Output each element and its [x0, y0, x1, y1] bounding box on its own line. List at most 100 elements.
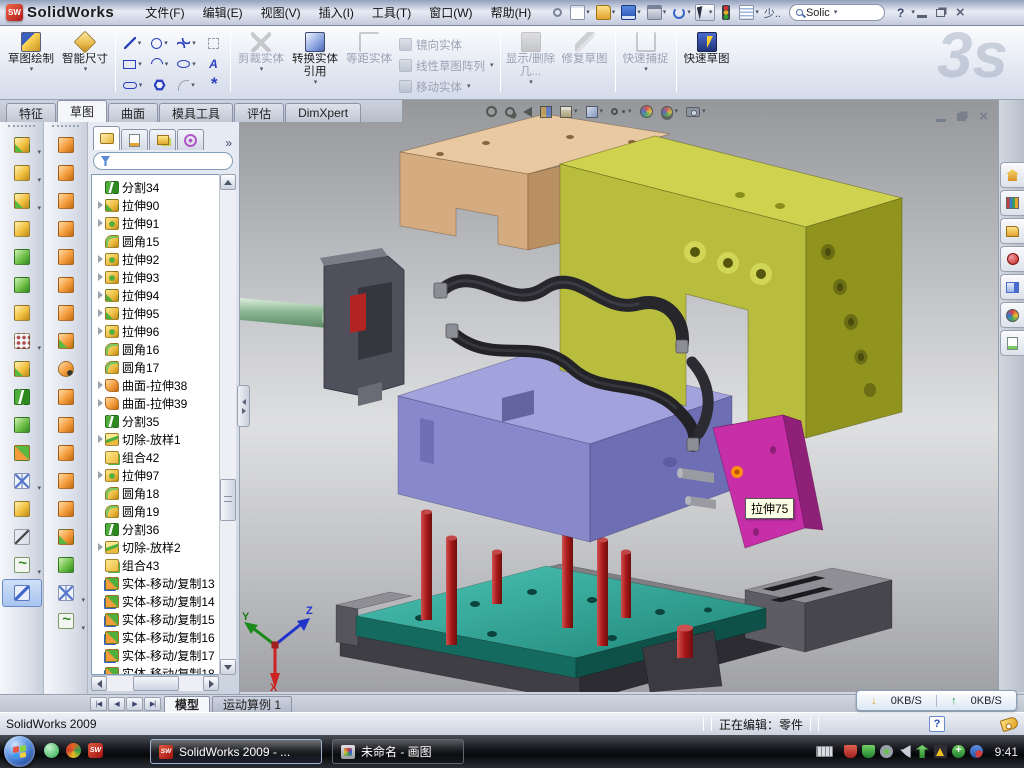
menu-item-5[interactable]: 窗口(W)	[420, 1, 481, 24]
display-delete-relations-button[interactable]: 显示/删除几...▾	[504, 30, 558, 96]
spline-button[interactable]: ▾	[173, 33, 200, 53]
sketch-fillet-button[interactable]: ▾	[173, 75, 200, 95]
point-button[interactable]	[200, 75, 227, 95]
dropdown-arrow-icon[interactable]: ▾	[37, 485, 41, 492]
feature-tree-item[interactable]: 拉伸96	[95, 322, 235, 340]
select-button[interactable]: ▾	[695, 4, 716, 21]
menu-item-4[interactable]: 工具(T)	[363, 1, 420, 24]
view-orientation-button[interactable]: ▾	[560, 106, 578, 118]
tab-评估[interactable]: 评估	[234, 103, 284, 122]
axis-button[interactable]	[0, 523, 44, 551]
boundary-surface-button[interactable]	[44, 243, 88, 271]
dropdown-arrow-icon[interactable]: ▾	[81, 597, 85, 604]
feature-tree-item[interactable]: 组合43	[95, 556, 235, 574]
expander-icon[interactable]	[95, 381, 105, 389]
antivirus-shield-icon[interactable]	[862, 745, 875, 758]
trim-surface-button[interactable]	[44, 467, 88, 495]
expander-icon[interactable]	[95, 291, 105, 299]
menu-item-6[interactable]: 帮助(H)	[482, 1, 541, 24]
feature-tree-item[interactable]: 圆角15	[95, 232, 235, 250]
design-library-tab[interactable]	[1000, 190, 1024, 216]
dropdown-arrow-icon[interactable]: ▾	[702, 108, 706, 115]
new-document-button[interactable]: ▾	[568, 4, 592, 21]
expander-icon[interactable]	[95, 435, 105, 443]
guide-rail[interactable]	[745, 568, 892, 652]
linear-sketch-pattern-button[interactable]: 线性草图阵列▾	[396, 57, 497, 74]
feature-tree-item[interactable]: 圆角18	[95, 484, 235, 502]
sketch-button[interactable]: 草图绘制▾	[4, 30, 58, 96]
expander-icon[interactable]	[95, 201, 105, 209]
dropdown-arrow-icon[interactable]: ▾	[192, 61, 196, 68]
box-select-button[interactable]	[200, 33, 227, 53]
dimxpertmanager-tab[interactable]	[177, 129, 204, 150]
expander-icon[interactable]	[95, 399, 105, 407]
feature-tree-item[interactable]: 拉伸90	[95, 196, 235, 214]
start-button[interactable]	[4, 736, 35, 767]
curves-button[interactable]: ▾	[44, 607, 88, 635]
feature-tree-item[interactable]: 实体-移动/复制16	[95, 628, 235, 646]
instant3d-button[interactable]	[2, 579, 42, 607]
dropdown-arrow-icon[interactable]: ▾	[37, 345, 41, 352]
propertymanager-tab[interactable]	[121, 129, 148, 150]
tree-filter-input[interactable]	[93, 152, 233, 170]
cylinder-assembly[interactable]	[240, 248, 404, 406]
feature-tree-item[interactable]: 组合42	[95, 448, 235, 466]
dropdown-arrow-icon[interactable]: ▾	[490, 62, 494, 69]
dropdown-arrow-icon[interactable]: ▾	[37, 569, 41, 576]
quick-snaps-button[interactable]: 快速捕捉▾	[619, 30, 673, 96]
dropdown-arrow-icon[interactable]: ▾	[600, 108, 604, 115]
doc-close-icon[interactable]: ×	[979, 109, 988, 124]
help-button[interactable]: ?	[897, 6, 904, 20]
dropdown-arrow-icon[interactable]: ▾	[191, 82, 195, 89]
display-style-button[interactable]: ▾	[586, 106, 604, 118]
dropdown-arrow-icon[interactable]: ▾	[586, 9, 590, 16]
feature-tree-item[interactable]: 拉伸95	[95, 304, 235, 322]
save-button[interactable]: ▾	[619, 4, 643, 21]
feature-tree-item[interactable]: 分割36	[95, 520, 235, 538]
hscroll-thumb[interactable]	[133, 676, 179, 691]
tab-草图[interactable]: 草图	[57, 100, 107, 122]
doc-minimize-icon[interactable]	[936, 119, 946, 122]
featuremanager-tab[interactable]	[93, 126, 120, 150]
knit-surface-button[interactable]	[44, 495, 88, 523]
lofted-surface-button[interactable]	[44, 215, 88, 243]
extend-surface-button[interactable]	[44, 439, 88, 467]
menu-item-2[interactable]: 视图(V)	[252, 1, 310, 24]
solidworks-shortcut-icon[interactable]: SW	[88, 743, 103, 758]
feature-tree-item[interactable]: 拉伸93	[95, 268, 235, 286]
tab-曲面[interactable]: 曲面	[108, 103, 158, 122]
restore-icon[interactable]	[936, 9, 945, 17]
tab-nav-1[interactable]: ◀	[108, 697, 125, 711]
untrim-surface-button[interactable]	[44, 411, 88, 439]
centerpoint-arc-button[interactable]: ▾	[146, 54, 173, 74]
extruded-cut-button[interactable]: ▾	[0, 159, 44, 187]
apply-scene-button[interactable]: ▾	[661, 106, 679, 118]
move-entities-button[interactable]: 移动实体▾	[396, 78, 497, 95]
feature-tree-item[interactable]: 曲面-拉伸39	[95, 394, 235, 412]
feature-tree-item[interactable]: 实体-移动/复制17	[95, 646, 235, 664]
feature-tree-item[interactable]: 拉伸91	[95, 214, 235, 232]
feature-tree-item[interactable]: 拉伸92	[95, 250, 235, 268]
offset-entities-button[interactable]: 等距实体	[342, 30, 396, 96]
scroll-down-button[interactable]	[220, 659, 236, 675]
browser-360-icon[interactable]	[66, 743, 81, 758]
dropdown-arrow-icon[interactable]: ▾	[467, 83, 471, 90]
feature-tree-item[interactable]: 圆角17	[95, 358, 235, 376]
polygon-button[interactable]	[146, 75, 173, 95]
feature-tree-item[interactable]: 切除-放样1	[95, 430, 235, 448]
taskbar-window-0[interactable]: SWSolidWorks 2009 - ...	[150, 739, 322, 764]
help-dropdown-icon[interactable]: ▾	[911, 9, 915, 16]
reference-geometry-2-button[interactable]: ▾	[44, 579, 88, 607]
extruded-boss-button[interactable]: ▾	[0, 131, 44, 159]
corner-rectangle-button[interactable]: ▾	[119, 54, 146, 74]
dropdown-arrow-icon[interactable]: ▾	[84, 66, 88, 73]
security-alert-icon[interactable]	[844, 745, 857, 758]
configurationmanager-tab[interactable]	[149, 129, 176, 150]
expander-icon[interactable]	[95, 219, 105, 227]
zoom-to-fit-button[interactable]	[486, 106, 497, 117]
undo-button[interactable]: ▾	[670, 5, 693, 21]
doc-restore-icon[interactable]	[957, 113, 966, 121]
close-icon[interactable]: ×	[956, 5, 965, 20]
expander-icon[interactable]	[95, 471, 105, 479]
feature-tree-item[interactable]: 圆角16	[95, 340, 235, 358]
